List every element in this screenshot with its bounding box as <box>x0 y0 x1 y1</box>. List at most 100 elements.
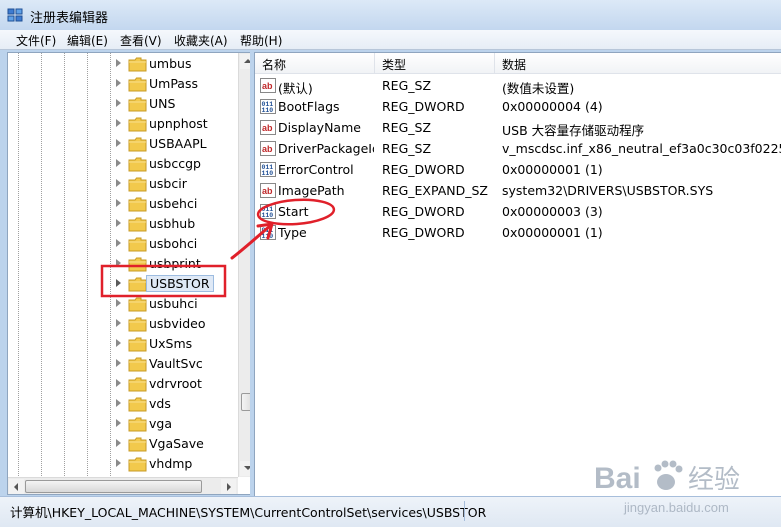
title-bar: 注册表编辑器 <box>0 0 781 31</box>
tree-item[interactable]: usbvideo <box>8 314 238 334</box>
folder-icon <box>128 277 147 292</box>
expand-arrow-icon[interactable] <box>116 99 121 107</box>
expand-arrow-icon[interactable] <box>116 59 121 67</box>
expand-arrow-icon[interactable] <box>116 219 121 227</box>
tree-item[interactable]: UNS <box>8 94 238 114</box>
tree-item[interactable]: usbhub <box>8 214 238 234</box>
svg-text:110: 110 <box>262 170 274 177</box>
expand-arrow-icon[interactable] <box>116 459 121 467</box>
tree-item-label: vds <box>149 396 171 411</box>
value-row[interactable]: 011 110 BootFlags REG_DWORD 0x00000004 (4) <box>255 96 781 117</box>
watermark-brand: Bai <box>594 462 641 495</box>
string-value-icon: ab <box>260 183 276 198</box>
value-name: DisplayName <box>278 120 361 135</box>
tree-item[interactable]: VaultSvc <box>8 354 238 374</box>
expand-arrow-icon[interactable] <box>116 319 121 327</box>
value-row[interactable]: ab DriverPackageId REG_SZ v_mscdsc.inf_x86_… <box>255 138 781 159</box>
tree-item[interactable]: usbuhci <box>8 294 238 314</box>
expand-arrow-icon[interactable] <box>116 179 121 187</box>
value-data: 0x00000004 (4) <box>502 99 603 114</box>
tree-item[interactable]: USBSTOR <box>8 274 238 294</box>
value-type: REG_DWORD <box>382 99 465 114</box>
tree-item[interactable]: upnphost <box>8 114 238 134</box>
value-type: REG_SZ <box>382 120 432 135</box>
expand-arrow-icon[interactable] <box>116 339 121 347</box>
expand-arrow-icon[interactable] <box>116 159 121 167</box>
expand-arrow-icon[interactable] <box>116 279 121 287</box>
value-row[interactable]: ab DisplayName REG_SZ USB 大容量存储驱动程序 <box>255 117 781 138</box>
value-row[interactable]: ab (默认) REG_SZ (数值未设置) <box>255 75 781 96</box>
value-data: 0x00000001 (1) <box>502 162 603 177</box>
value-type: REG_EXPAND_SZ <box>382 183 488 198</box>
folder-icon <box>128 197 147 212</box>
arrow-left-icon <box>14 483 18 491</box>
tree-horizontal-scrollbar[interactable] <box>8 477 238 494</box>
tree-item[interactable]: usbcir <box>8 174 238 194</box>
expand-arrow-icon[interactable] <box>116 299 121 307</box>
scroll-left-button[interactable] <box>9 479 24 494</box>
binary-value-icon: 011 110 <box>260 204 276 219</box>
expand-arrow-icon[interactable] <box>116 239 121 247</box>
expand-arrow-icon[interactable] <box>116 359 121 367</box>
menu-view[interactable]: 查看(V) <box>118 32 164 49</box>
menu-help[interactable]: 帮助(H) <box>238 32 284 49</box>
registry-editor-icon <box>7 8 23 22</box>
expand-arrow-icon[interactable] <box>116 119 121 127</box>
tree-item-label: usbvideo <box>149 316 206 331</box>
expand-arrow-icon[interactable] <box>116 379 121 387</box>
folder-icon <box>128 337 147 352</box>
folder-icon <box>128 137 147 152</box>
menu-edit[interactable]: 编辑(E) <box>65 32 110 49</box>
value-data: USB 大容量存储驱动程序 <box>502 123 645 138</box>
tree-item[interactable]: vds <box>8 394 238 414</box>
svg-text:ab: ab <box>262 186 273 196</box>
value-name: DriverPackageId <box>278 141 374 156</box>
expand-arrow-icon[interactable] <box>116 79 121 87</box>
scroll-thumb[interactable] <box>25 480 202 493</box>
column-header-name[interactable]: 名称 <box>255 53 375 74</box>
key-tree[interactable]: umbus UmPass UNS upnphost USBAAPL usbccgp usbc… <box>7 52 251 495</box>
value-row[interactable]: 011 110 ErrorControl REG_DWORD 0x00000001 (1… <box>255 159 781 180</box>
expand-arrow-icon[interactable] <box>116 399 121 407</box>
expand-arrow-icon[interactable] <box>116 419 121 427</box>
tree-item-label: vga <box>149 416 172 431</box>
folder-icon <box>128 357 147 372</box>
tree-item-label: usbehci <box>149 196 198 211</box>
tree-item[interactable]: usbohci <box>8 234 238 254</box>
menu-favorites[interactable]: 收藏夹(A) <box>172 32 230 49</box>
tree-item-label: usbohci <box>149 236 198 251</box>
tree-item[interactable]: usbehci <box>8 194 238 214</box>
tree-item[interactable]: vdrvroot <box>8 374 238 394</box>
value-type: REG_SZ <box>382 141 432 156</box>
tree-item[interactable]: UxSms <box>8 334 238 354</box>
tree-item[interactable]: UmPass <box>8 74 238 94</box>
value-row[interactable]: ab ImagePath REG_EXPAND_SZ system32\DRIVERS… <box>255 180 781 201</box>
svg-text:ab: ab <box>262 144 273 154</box>
expand-arrow-icon[interactable] <box>116 199 121 207</box>
scroll-right-button[interactable] <box>221 479 236 494</box>
tree-item[interactable]: vhdmp <box>8 454 238 474</box>
expand-arrow-icon[interactable] <box>116 439 121 447</box>
column-header-type[interactable]: 类型 <box>375 53 495 74</box>
tree-item[interactable]: umbus <box>8 54 238 74</box>
tree-item[interactable]: vga <box>8 414 238 434</box>
value-name: Start <box>278 204 309 219</box>
tree-item[interactable]: usbccgp <box>8 154 238 174</box>
tree-item[interactable]: USBAAPL <box>8 134 238 154</box>
binary-value-icon: 011 110 <box>260 162 276 177</box>
value-row[interactable]: 011 110 Type REG_DWORD 0x00000001 (1) <box>255 222 781 243</box>
value-data: v_mscdsc.inf_x86_neutral_ef3a0c30c03f022… <box>502 141 781 156</box>
tree-item[interactable]: VgaSave <box>8 434 238 454</box>
expand-arrow-icon[interactable] <box>116 259 121 267</box>
expand-arrow-icon[interactable] <box>116 139 121 147</box>
menu-file[interactable]: 文件(F) <box>14 32 58 49</box>
tree-item-label: USBAAPL <box>149 136 207 151</box>
column-header-data[interactable]: 数据 <box>495 53 781 74</box>
value-data: system32\DRIVERS\USBSTOR.SYS <box>502 183 714 198</box>
tree-item-label: VgaSave <box>149 436 204 451</box>
value-row[interactable]: 011 110 Start REG_DWORD 0x00000003 (3) <box>255 201 781 222</box>
values-list[interactable]: 名称 类型 数据 ab (默认) REG_SZ (数值未设置) 011 110 BootFl… <box>254 52 781 496</box>
tree-item[interactable]: usbprint <box>8 254 238 274</box>
folder-icon <box>128 117 147 132</box>
tree-item-label: UxSms <box>149 336 193 351</box>
